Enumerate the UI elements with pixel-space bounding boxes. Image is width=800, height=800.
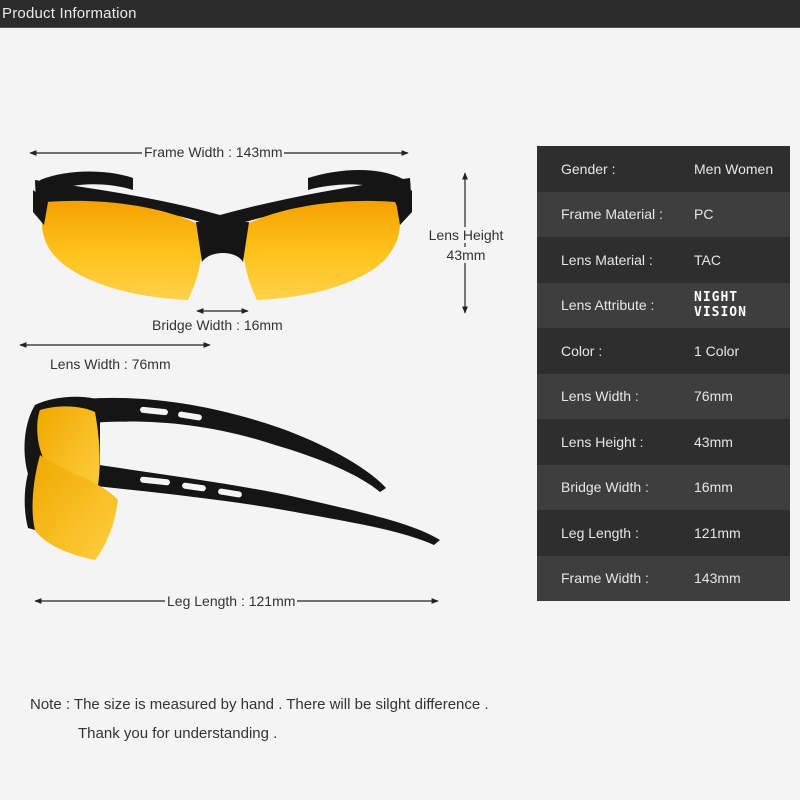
spec-value: 16mm	[694, 479, 733, 496]
spec-value: NIGHT VISION	[694, 290, 747, 321]
spec-label: Lens Material :	[561, 251, 653, 268]
spec-value: 121mm	[694, 524, 741, 541]
measurement-note: Note : The size is measured by hand . Th…	[30, 696, 489, 713]
spec-row-color: Color : 1 Color	[537, 328, 790, 374]
side-view-glasses	[24, 396, 440, 560]
spec-label: Leg Length :	[561, 524, 639, 541]
lens-height-label-2: 43mm	[426, 247, 506, 263]
spec-row-gender: Gender : Men Women	[537, 146, 790, 192]
spec-row-bridge-width: Bridge Width : 16mm	[537, 464, 790, 510]
bridge-width-label: Bridge Width : 16mm	[150, 317, 285, 333]
spec-value: Men Women	[694, 160, 774, 177]
thank-you-note: Thank you for understanding .	[78, 725, 278, 742]
spec-value: 143mm	[694, 570, 741, 587]
front-view-glasses	[33, 170, 412, 300]
spec-label: Lens Height :	[561, 433, 644, 450]
frame-width-label: Frame Width : 143mm	[142, 144, 285, 160]
spec-label: Lens Width :	[561, 388, 639, 405]
spec-value: 43mm	[694, 433, 733, 450]
spec-value: PC	[694, 206, 714, 223]
spec-row-frame-width: Frame Width : 143mm	[537, 555, 790, 601]
spec-row-lens-height: Lens Height : 43mm	[537, 419, 790, 465]
spec-value: 76mm	[694, 388, 733, 405]
spec-label: Bridge Width :	[561, 479, 649, 496]
lens-height-label-1: Lens Height	[426, 227, 506, 243]
spec-label: Frame Material :	[561, 206, 663, 223]
spec-value: 1 Color	[694, 342, 740, 359]
spec-label: Lens Attribute :	[561, 297, 655, 314]
spec-row-lens-material: Lens Material : TAC	[537, 237, 790, 283]
spec-label: Color :	[561, 342, 603, 359]
spec-label: Gender :	[561, 160, 616, 177]
spec-row-leg-length: Leg Length : 121mm	[537, 510, 790, 556]
spec-table: Gender : Men Women Frame Material : PC L…	[537, 146, 790, 601]
spec-row-lens-attribute: Lens Attribute : NIGHT VISION	[537, 282, 790, 328]
spec-row-frame-material: Frame Material : PC	[537, 191, 790, 237]
spec-label: Frame Width :	[561, 570, 649, 587]
spec-value: TAC	[694, 251, 721, 268]
lens-width-label: Lens Width : 76mm	[48, 356, 173, 372]
spec-row-lens-width: Lens Width : 76mm	[537, 373, 790, 419]
leg-length-label: Leg Length : 121mm	[165, 593, 298, 609]
